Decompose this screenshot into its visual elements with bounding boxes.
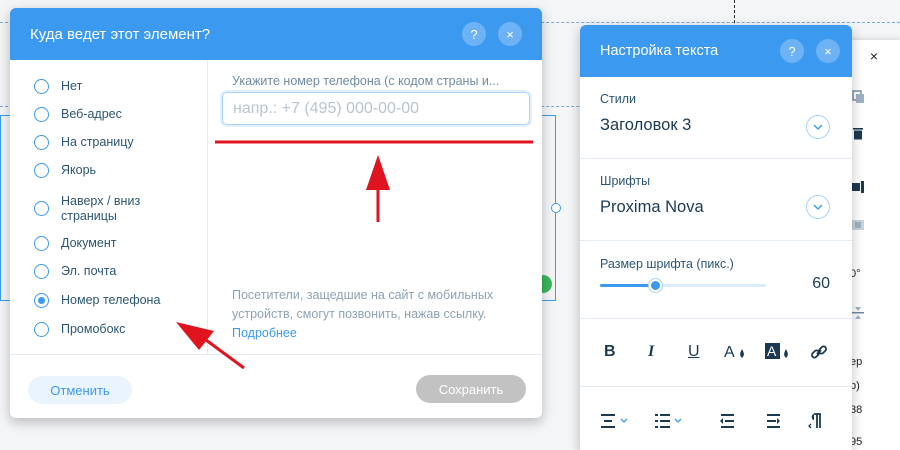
radio-button[interactable] [34,201,49,216]
chevron-down-icon[interactable] [806,115,830,139]
outdent-icon[interactable] [718,412,748,430]
highlight-color-icon[interactable]: A [764,341,792,363]
font-size-value[interactable]: 60 [812,275,830,293]
option-label: Наверх / вниз страницы [61,194,141,223]
help-description: Посетители, защедшие на сайт с мобильных… [232,288,494,321]
option-label: Нет [61,79,83,93]
chevron-down-icon[interactable] [806,195,830,219]
save-button[interactable]: Сохранить [416,375,526,403]
slider-thumb[interactable] [648,279,662,292]
radio-button[interactable] [34,322,49,337]
option-label: Документ [61,236,117,250]
option-label: Эл. почта [61,264,117,278]
learn-more-link[interactable]: Подробнее [232,326,297,340]
option-label: Номер телефона [61,293,161,307]
option-page[interactable]: На страницу [34,135,171,150]
underline-button[interactable]: U [688,343,700,361]
radio-button[interactable] [34,107,49,122]
phone-input[interactable] [222,92,530,125]
radio-button[interactable] [34,135,49,150]
link-type-list: Нет Веб-адрес На страницу Якорь Наверх /… [10,60,208,354]
svg-text:A: A [724,344,735,361]
dialog-title: Куда ведет этот элемент? [30,25,211,43]
fonts-section: Шрифты Proxima Nova [580,159,852,241]
radio-button[interactable] [34,264,49,279]
close-button[interactable]: × [498,22,522,46]
option-web-address[interactable]: Веб-адрес [34,107,171,122]
help-button[interactable]: ? [462,22,486,46]
cancel-button[interactable]: Отменить [28,376,132,404]
paragraph-section [580,387,852,450]
radio-button[interactable] [34,236,49,251]
fonts-dropdown[interactable]: Proxima Nova [600,198,704,217]
option-promobox[interactable]: Промобокс [34,322,171,337]
option-document[interactable]: Документ [34,236,171,251]
option-label: Якорь [61,163,97,177]
layout-icon[interactable] [851,180,865,194]
help-button[interactable]: ? [780,39,804,63]
indent-icon[interactable] [764,412,794,430]
format-section: B I U A A [580,319,852,387]
font-size-section: Размер шрифта (пикс.) 60 [580,241,852,319]
text-direction-icon[interactable] [808,412,838,430]
copy-icon[interactable] [851,90,865,104]
option-label: На страницу [61,135,134,149]
align-center-icon[interactable] [600,412,630,430]
link-icon[interactable] [810,343,828,361]
option-anchor[interactable]: Якорь [34,163,171,178]
resize-handle[interactable] [551,203,561,213]
phone-settings: Укажите номер телефона (с кодом страны и… [209,60,542,354]
help-text: Посетители, защедшие на сайт с мобильных… [232,286,522,343]
link-dialog: Куда ведет этот элемент? ? × Нет Веб-адр… [10,8,542,418]
phone-field-label: Укажите номер телефона (с кодом страны и… [232,74,500,88]
close-button[interactable]: × [816,39,840,63]
option-phone[interactable]: Номер телефона [34,293,171,308]
option-label: Веб-адрес [61,107,122,121]
svg-text:A: A [767,343,777,359]
styles-dropdown[interactable]: Заголовок 3 [600,116,691,135]
slider-fill [600,284,655,287]
close-icon[interactable]: × [870,48,878,64]
dialog-header: Куда ведет этот элемент? ? × [10,8,542,60]
radio-button[interactable] [34,79,49,94]
list-icon[interactable] [654,412,684,430]
italic-button[interactable]: I [648,343,654,361]
bold-button[interactable]: B [604,343,616,361]
radio-button-selected[interactable] [34,293,49,308]
option-top-bottom[interactable]: Наверх / вниз страницы [34,194,171,224]
panel-title: Настройка текста [600,43,719,59]
font-size-label: Размер шрифта (пикс.) [600,257,734,271]
dialog-body: Нет Веб-адрес На страницу Якорь Наверх /… [10,60,542,354]
trash-icon[interactable] [851,126,865,140]
text-color-icon[interactable]: A [724,342,748,362]
align-icon[interactable] [851,306,865,320]
radio-button[interactable] [34,163,49,178]
dialog-footer: Отменить Сохранить [10,354,542,418]
arrange-icon[interactable] [851,218,865,232]
fonts-label: Шрифты [600,174,651,188]
option-label: Промобокс [61,322,126,336]
option-email[interactable]: Эл. почта [34,264,171,279]
styles-section: Стили Заголовок 3 [580,77,852,159]
option-none[interactable]: Нет [34,79,171,94]
panel-header: Настройка текста ? × [580,25,852,77]
font-size-slider[interactable] [600,279,766,292]
styles-label: Стили [600,92,637,106]
text-settings-panel: Настройка текста ? × Стили Заголовок 3 Ш… [580,25,852,450]
